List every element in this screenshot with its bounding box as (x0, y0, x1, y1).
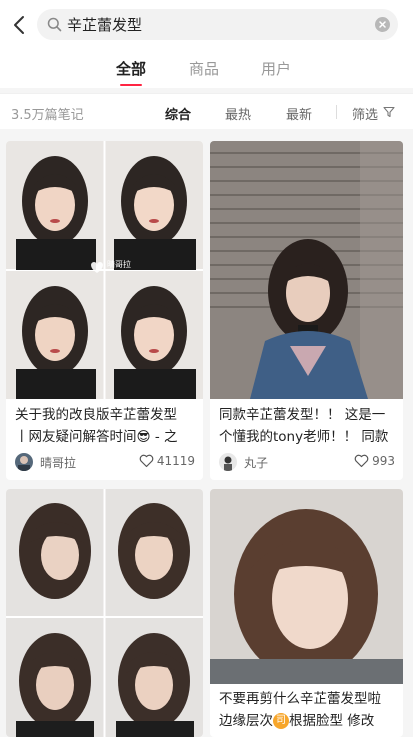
result-tabs: 全部 商品 用户 (0, 50, 413, 88)
note-card[interactable]: 晴哥拉 关于我的改良版辛芷蕾发型 丨网友疑问解答时间😎 - 之 晴哥拉 4111… (6, 141, 203, 480)
clear-icon (379, 21, 386, 28)
note-cover-image: 晴哥拉 (6, 141, 203, 399)
like-count: 993 (372, 454, 395, 468)
sort-newest[interactable]: 最新 (286, 104, 312, 123)
note-title: 同款辛芷蕾发型！！ 这是一 个懂我的tony老师！！ 同款 (219, 407, 389, 445)
watermark-text: 晴哥拉 (107, 260, 131, 269)
note-title: 不要再剪什么辛芷蕾发型啦 边缘层次司根据脸型 修改 (219, 691, 381, 729)
back-icon (14, 16, 24, 34)
avatar[interactable] (15, 453, 33, 471)
tab-users-label: 用户 (261, 60, 292, 78)
result-count: 3.5万篇笔记 (11, 108, 84, 123)
note-meta: 晴哥拉 41119 (15, 452, 195, 472)
heart-icon (139, 454, 154, 468)
search-header (0, 0, 413, 50)
tab-users[interactable]: 用户 (261, 58, 291, 79)
filter-button[interactable]: 筛选 (352, 104, 378, 123)
note-cover-image (6, 489, 203, 737)
note-card[interactable]: 不要再剪什么辛芷蕾发型啦 边缘层次司根据脸型 修改 (210, 489, 403, 737)
author-name[interactable]: 丸子 (244, 454, 268, 471)
search-box[interactable] (37, 9, 398, 40)
like-button[interactable]: 41119 (139, 454, 195, 468)
note-title: 关于我的改良版辛芷蕾发型 丨网友疑问解答时间😎 - 之 (15, 407, 178, 445)
note-meta: 丸子 993 (219, 452, 395, 472)
search-icon (47, 17, 62, 32)
funnel-icon[interactable] (383, 106, 395, 118)
tab-goods[interactable]: 商品 (189, 58, 219, 79)
active-tab-indicator (120, 84, 143, 86)
emoji-icon: 司 (273, 713, 289, 729)
note-card[interactable] (6, 489, 203, 737)
sort-hottest[interactable]: 最热 (225, 104, 251, 123)
tab-all[interactable]: 全部 (116, 58, 147, 86)
filter-bar: 3.5万篇笔记 综合 最热 最新 筛选 (0, 93, 413, 129)
heart-icon (354, 454, 369, 468)
back-button[interactable] (8, 11, 30, 39)
sort-comprehensive[interactable]: 综合 (165, 104, 191, 123)
search-input[interactable] (67, 12, 367, 37)
note-card[interactable]: 同款辛芷蕾发型！！ 这是一 个懂我的tony老师！！ 同款 丸子 993 (210, 141, 403, 480)
note-cover-image (210, 141, 403, 399)
note-cover-image (210, 489, 403, 684)
like-count: 41119 (156, 454, 195, 468)
like-button[interactable]: 993 (354, 454, 395, 468)
avatar[interactable] (219, 453, 237, 471)
tab-all-label: 全部 (116, 60, 147, 78)
clear-button[interactable] (375, 17, 390, 32)
divider (336, 105, 337, 119)
tab-goods-label: 商品 (189, 60, 220, 78)
author-name[interactable]: 晴哥拉 (40, 454, 76, 471)
